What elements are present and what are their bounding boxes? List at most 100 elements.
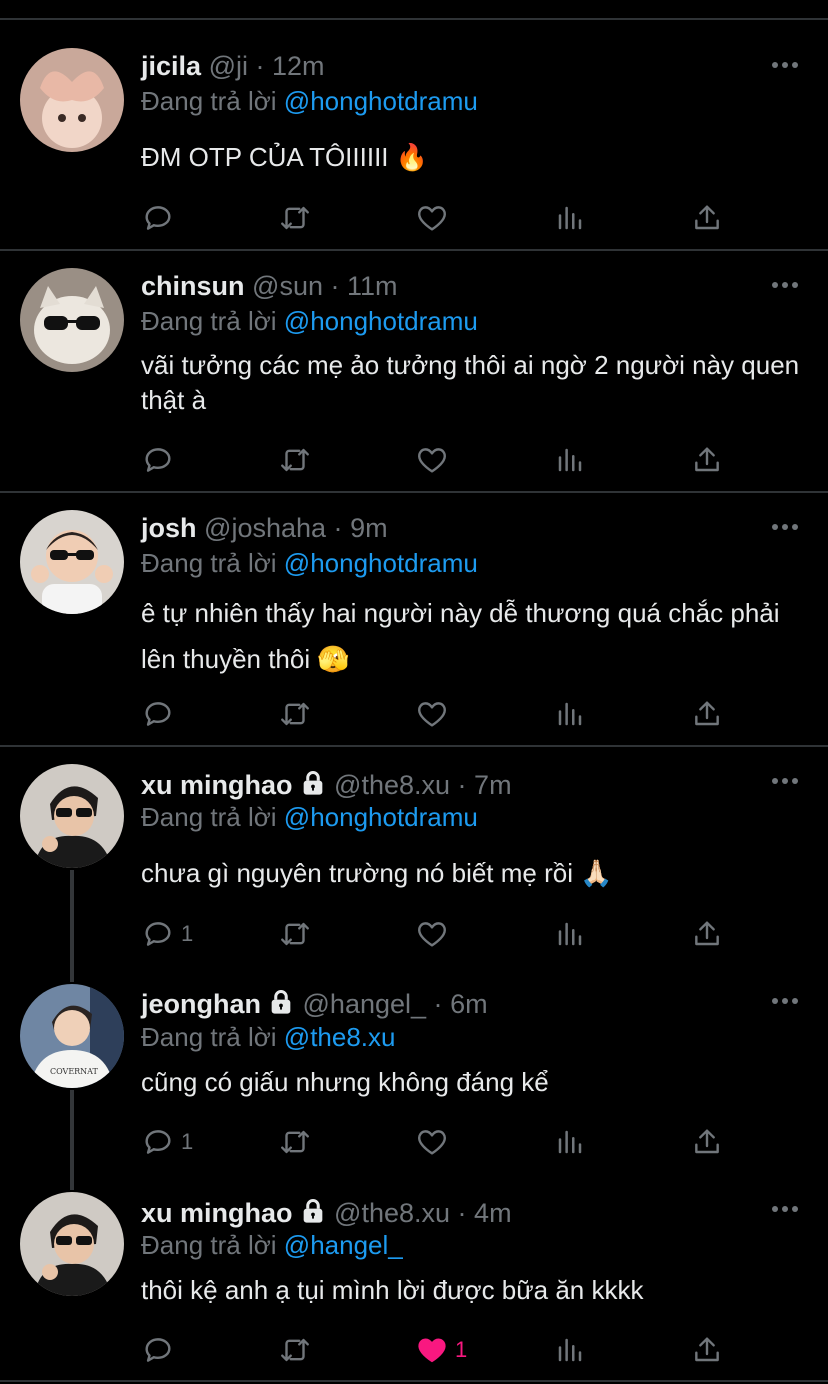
svg-text:COVERNAT: COVERNAT bbox=[50, 1067, 99, 1076]
more-options-icon[interactable] bbox=[772, 778, 798, 786]
retweet-button[interactable] bbox=[277, 696, 313, 732]
reply-mention-link[interactable]: @honghotdramu bbox=[284, 86, 478, 116]
retweet-button[interactable] bbox=[277, 1332, 313, 1368]
like-button[interactable] bbox=[415, 1124, 455, 1160]
replying-label: Đang trả lời bbox=[141, 306, 277, 336]
share-button[interactable] bbox=[691, 1332, 723, 1368]
more-options-icon[interactable] bbox=[772, 998, 798, 1006]
share-icon bbox=[695, 205, 719, 230]
replying-label: Đang trả lời bbox=[141, 802, 277, 832]
replying-label: Đang trả lời bbox=[141, 1230, 277, 1260]
retweet-button[interactable] bbox=[277, 916, 313, 952]
retweet-icon bbox=[281, 1338, 309, 1362]
tweet-text: ê tự nhiên thấy hai người này dễ thương … bbox=[141, 598, 780, 674]
retweet-icon bbox=[281, 922, 309, 946]
display-name[interactable]: xu minghao bbox=[141, 770, 293, 800]
separator-dot: · bbox=[330, 271, 340, 301]
man-sunglasses-avatar[interactable] bbox=[20, 764, 124, 868]
heart-hands-child-avatar[interactable] bbox=[20, 48, 124, 152]
cat-sunglasses-avatar[interactable] bbox=[20, 268, 124, 372]
display-name[interactable]: chinsun bbox=[141, 271, 245, 301]
retweet-button[interactable] bbox=[277, 1124, 313, 1160]
display-name[interactable]: xu minghao bbox=[141, 1198, 293, 1228]
timestamp[interactable]: 11m bbox=[347, 271, 398, 301]
reply-icon bbox=[145, 922, 171, 946]
reply-button[interactable] bbox=[141, 200, 181, 236]
reply-icon bbox=[145, 448, 171, 472]
tweet-actions: 1 bbox=[141, 916, 781, 952]
reply-count: 1 bbox=[181, 921, 194, 946]
separator-dot: · bbox=[457, 1198, 467, 1228]
separator-dot: · bbox=[433, 989, 443, 1019]
more-options-icon[interactable] bbox=[772, 282, 798, 290]
share-button[interactable] bbox=[691, 200, 723, 236]
share-icon bbox=[695, 921, 719, 946]
share-button[interactable] bbox=[691, 1124, 723, 1160]
reply-mention-link[interactable]: @the8.xu bbox=[284, 1022, 396, 1052]
man-white-shirt-avatar[interactable]: COVERNAT bbox=[20, 984, 124, 1088]
man-sunglasses-avatar[interactable] bbox=[20, 1192, 124, 1296]
user-handle[interactable]: @the8.xu bbox=[334, 1198, 450, 1228]
reply-count: 1 bbox=[181, 1129, 194, 1154]
like-button[interactable] bbox=[415, 200, 455, 236]
user-handle[interactable]: @hangel_ bbox=[303, 989, 427, 1019]
timestamp[interactable]: 6m bbox=[450, 989, 488, 1019]
heart-filled-icon bbox=[418, 1338, 446, 1363]
more-options-icon[interactable] bbox=[772, 62, 798, 70]
timestamp[interactable]: 12m bbox=[272, 51, 325, 81]
retweet-button[interactable] bbox=[277, 442, 313, 478]
user-handle[interactable]: @sun bbox=[252, 271, 323, 301]
tweet-text: chưa gì nguyên trường nó biết mẹ rồi 🙏🏻 bbox=[141, 858, 613, 888]
view-analytics-button[interactable] bbox=[555, 916, 585, 952]
share-button[interactable] bbox=[691, 696, 723, 732]
analytics-icon bbox=[558, 1130, 582, 1154]
display-name[interactable]: josh bbox=[141, 513, 197, 543]
view-analytics-button[interactable] bbox=[555, 1332, 585, 1368]
lock-icon bbox=[303, 1199, 322, 1223]
view-analytics-button[interactable] bbox=[555, 442, 585, 478]
more-options-icon[interactable] bbox=[772, 1206, 798, 1214]
timestamp[interactable]: 4m bbox=[474, 1198, 512, 1228]
display-name[interactable]: jicila bbox=[141, 51, 201, 81]
reply-mention-link[interactable]: @honghotdramu bbox=[284, 548, 478, 578]
tweet-text: thôi kệ anh ạ tụi mình lời được bữa ăn k… bbox=[141, 1275, 644, 1305]
separator-dot: · bbox=[457, 770, 467, 800]
view-analytics-button[interactable] bbox=[555, 696, 585, 732]
like-button[interactable]: 1 bbox=[415, 1332, 467, 1368]
user-handle[interactable]: @ji bbox=[209, 51, 248, 81]
display-name[interactable]: jeonghan bbox=[141, 989, 261, 1019]
analytics-icon bbox=[558, 702, 582, 726]
user-handle[interactable]: @joshaha bbox=[204, 513, 326, 543]
reply-mention-link[interactable]: @hangel_ bbox=[284, 1230, 403, 1260]
heart-icon bbox=[418, 206, 446, 231]
user-handle[interactable]: @the8.xu bbox=[334, 770, 450, 800]
like-button[interactable] bbox=[415, 696, 455, 732]
like-button[interactable] bbox=[415, 442, 455, 478]
reply-button[interactable] bbox=[141, 442, 181, 478]
reply-button[interactable] bbox=[141, 696, 181, 732]
baby-sunglasses-avatar[interactable] bbox=[20, 510, 124, 614]
analytics-icon bbox=[558, 448, 582, 472]
like-button[interactable] bbox=[415, 916, 455, 952]
view-analytics-button[interactable] bbox=[555, 200, 585, 236]
tweet-divider bbox=[0, 249, 828, 251]
reply-mention-link[interactable]: @honghotdramu bbox=[284, 306, 478, 336]
reply-button[interactable] bbox=[141, 1332, 181, 1368]
heart-icon bbox=[418, 1130, 446, 1155]
top-divider bbox=[0, 18, 828, 20]
share-icon bbox=[695, 1129, 719, 1154]
timestamp[interactable]: 7m bbox=[474, 770, 512, 800]
share-button[interactable] bbox=[691, 442, 723, 478]
share-button[interactable] bbox=[691, 916, 723, 952]
separator-dot: · bbox=[255, 51, 265, 81]
retweet-button[interactable] bbox=[277, 200, 313, 236]
timestamp[interactable]: 9m bbox=[350, 513, 388, 543]
tweet-text: cũng có giấu nhưng không đáng kể bbox=[141, 1067, 549, 1097]
thread-connector bbox=[70, 1090, 74, 1190]
view-analytics-button[interactable] bbox=[555, 1124, 585, 1160]
more-options-icon[interactable] bbox=[772, 524, 798, 532]
reply-mention-link[interactable]: @honghotdramu bbox=[284, 802, 478, 832]
reply-button[interactable]: 1 bbox=[141, 1124, 193, 1160]
reply-button[interactable]: 1 bbox=[141, 916, 193, 952]
tweet-actions: 1 bbox=[141, 1332, 781, 1368]
